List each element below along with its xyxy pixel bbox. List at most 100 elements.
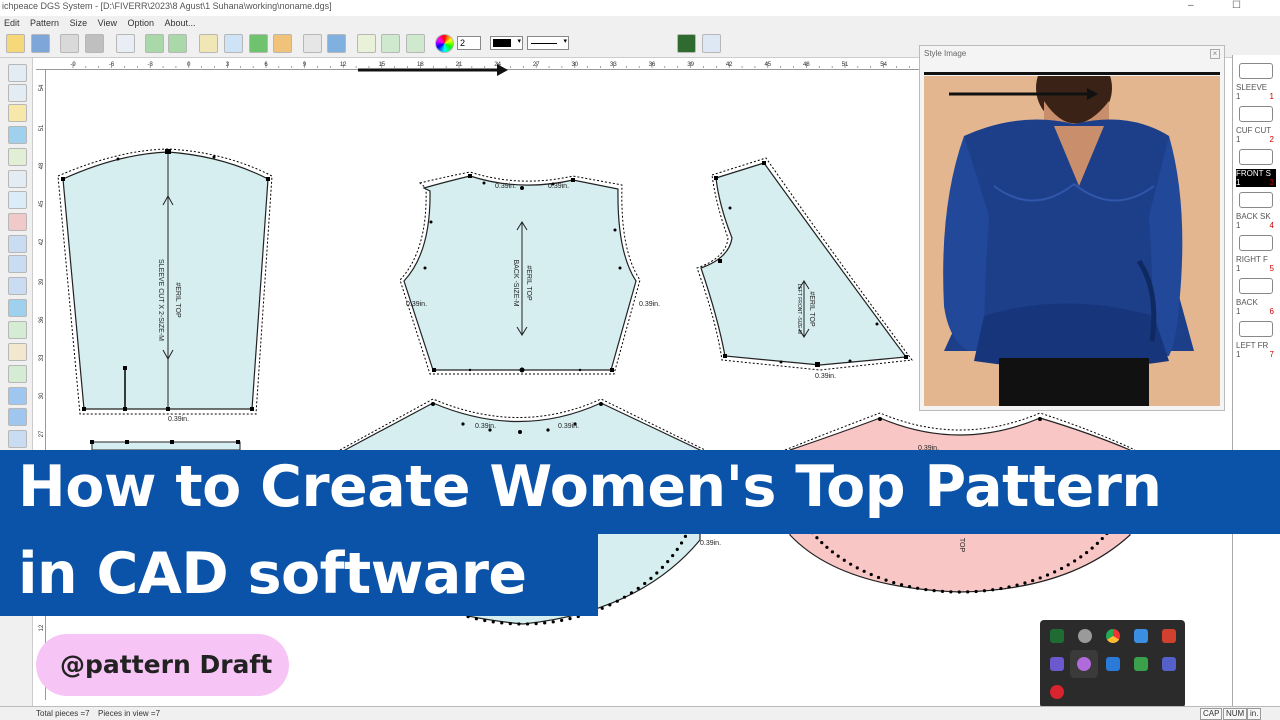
hem-dot (932, 589, 936, 593)
play-icon[interactable] (1134, 657, 1148, 671)
hem-dot (940, 589, 945, 593)
piece-index: 3 (1269, 178, 1274, 187)
style-image-title: Style Image (924, 49, 967, 58)
piece-numbers: 13 (1236, 178, 1276, 187)
hem-dot (600, 606, 604, 610)
hem-dot (884, 578, 888, 582)
chrome-icon[interactable] (1106, 629, 1120, 643)
outlook-icon[interactable] (1106, 657, 1120, 671)
piece-list-item[interactable]: BACK 1 6 (1235, 276, 1277, 318)
hem-dot (491, 620, 495, 624)
hem-dot (551, 620, 555, 624)
hem-dot (855, 566, 859, 570)
hem-dot (1023, 581, 1027, 585)
hem-dot (525, 622, 530, 626)
hem-dot (957, 590, 961, 594)
close-icon[interactable]: × (1210, 49, 1220, 59)
left-front-name: #ERIL TOP (808, 291, 815, 327)
ruler-v-tick-label: 42 (39, 238, 45, 245)
piece-count: 1 (1236, 264, 1241, 273)
sleeve-cut: SLEEVE CUT X 2-SIZE-M (157, 259, 164, 341)
hem-dot (660, 565, 665, 570)
style-image-divider (924, 72, 1220, 75)
status-total: Total pieces =7 (36, 709, 90, 718)
hem-dot (1059, 566, 1064, 571)
handle-pill: @pattern Draft (36, 634, 289, 696)
style-image-photo[interactable] (924, 76, 1220, 406)
system-tray-popup (1040, 620, 1185, 708)
skirt-back-seam3: 0.39in. (700, 540, 721, 547)
cad-app-window: ichpeace DGS System - [D:\FIVERR\2023\8 … (0, 0, 1280, 720)
hem-dot (675, 547, 679, 551)
piece-numbers: 11 (1236, 92, 1276, 101)
hem-dot (1090, 546, 1094, 550)
piece-label: BACK (1236, 298, 1258, 307)
hem-dot (982, 589, 987, 593)
webcam-icon[interactable] (1078, 629, 1092, 643)
feather-icon[interactable] (1077, 657, 1091, 671)
hem-dot (534, 621, 538, 626)
hem-dot (543, 621, 547, 625)
hem-dot (474, 617, 479, 621)
nvidia-icon[interactable] (1050, 629, 1064, 643)
ruler-h-tick-label: -6 (109, 62, 115, 68)
hem-dot (683, 534, 688, 538)
back-piece: 0.39in. 0.39in. 0.39in. 0.39in. #ERIL TO… (399, 171, 660, 375)
hem-dot (1015, 583, 1019, 587)
status-in-view: Pieces in view =7 (98, 709, 161, 718)
sync-icon[interactable] (1134, 629, 1148, 643)
piece-label: RIGHT F (1236, 255, 1268, 264)
piece-list-item[interactable]: SLEEVE 1 1 (1235, 61, 1277, 103)
piece-list-item[interactable]: BACK SK 1 4 (1235, 190, 1277, 232)
ruler-v-tick-label: 27 (39, 430, 45, 437)
hem-dot (560, 618, 564, 623)
hem-dot (1085, 550, 1089, 555)
hem-dot (949, 590, 953, 594)
hem-dot (974, 589, 978, 594)
piece-thumbnail (1239, 106, 1273, 122)
hem-dot (517, 622, 521, 626)
hem-dot (1100, 536, 1104, 541)
ruler-h-tick-label: 39 (687, 62, 694, 68)
hem-dot (1031, 578, 1035, 583)
back-seam-top-right: 0.39in. (548, 183, 569, 190)
left-front-cut: LEFT FRONT -SIZE-M (796, 284, 802, 335)
ruler-v-tick-label: 39 (39, 278, 45, 285)
q-app-icon[interactable] (1050, 685, 1064, 699)
piece-list-item[interactable]: RIGHT F15 (1235, 233, 1277, 275)
ruler-v-tick-label: 54 (39, 84, 45, 91)
hem-dot (966, 590, 970, 594)
stream-icon[interactable] (1050, 657, 1064, 671)
piece-thumbnail (1239, 235, 1273, 251)
piece-count: 1 (1236, 307, 1241, 316)
hem-dot (862, 569, 866, 573)
piece-index: 6 (1269, 307, 1274, 316)
hem-dot (924, 587, 928, 592)
piece-thumbnail (1239, 149, 1273, 165)
piece-list-item[interactable]: LEFT FR 1 7 (1235, 319, 1277, 361)
hem-dot (1079, 555, 1083, 559)
antivirus-icon[interactable] (1162, 629, 1176, 643)
headline-line1: How to Create Women's Top Pattern (18, 454, 1162, 520)
teams-icon[interactable] (1162, 657, 1176, 671)
hem-dot (999, 586, 1003, 591)
hem-dot (1053, 570, 1057, 574)
ruler-h-tick-label: 21 (456, 62, 463, 68)
hem-dot (500, 621, 504, 625)
ruler-v-tick-label: 36 (39, 316, 45, 323)
piece-count: 1 (1236, 221, 1241, 230)
piece-list-item[interactable]: FRONT S13 (1235, 147, 1277, 189)
piece-list-panel: SLEEVE 1 1 CUF CUT 1 2 FRONT S 1 3 BACK SK 1 4 RIGHT… (1232, 55, 1280, 715)
hem-dot (508, 622, 512, 626)
ruler-h-tick-label: 42 (726, 62, 733, 68)
hem-dot (892, 580, 896, 585)
piece-list-item[interactable]: CUF CUT 1 2 (1235, 104, 1277, 146)
hem-dot (655, 571, 659, 575)
hem-dot (643, 581, 647, 586)
hem-dot (666, 559, 670, 564)
piece-numbers: 14 (1236, 221, 1276, 230)
ruler-h-tick-label: 0 (187, 62, 191, 68)
hem-dot (679, 541, 684, 545)
piece-index: 1 (1269, 92, 1274, 101)
piece-thumbnail (1239, 278, 1273, 294)
